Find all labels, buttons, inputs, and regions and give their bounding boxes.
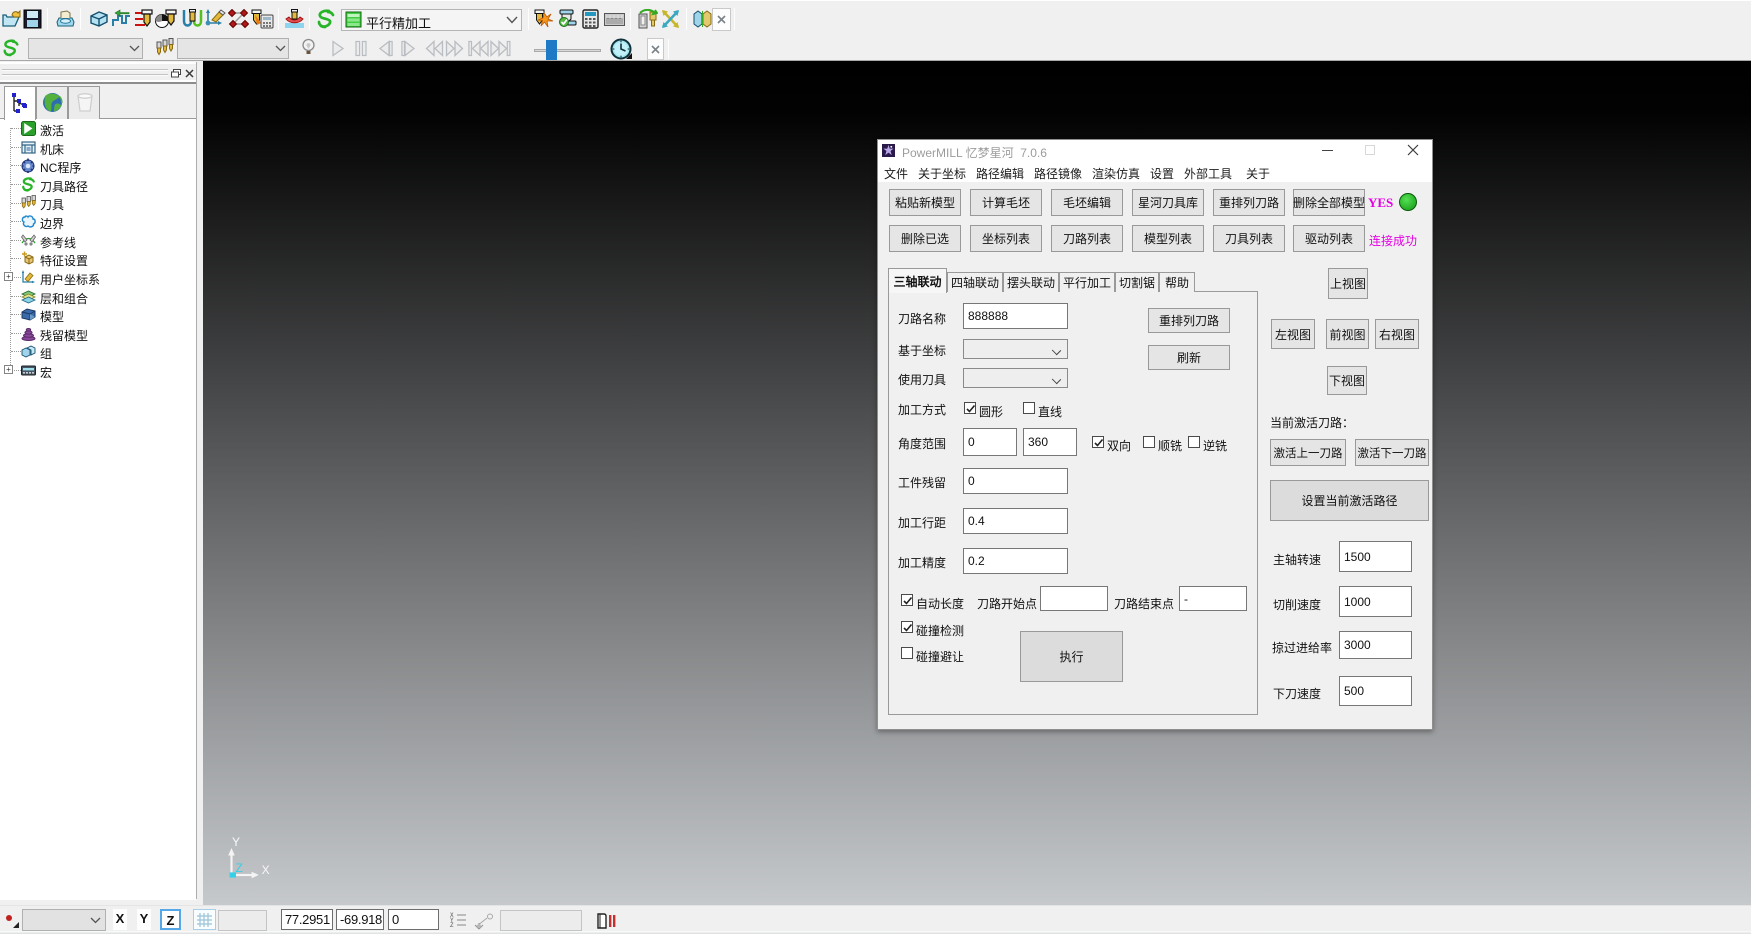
svg-text:Z: Z (236, 861, 243, 875)
svg-text:X: X (262, 863, 270, 877)
svg-text:Z: Z (450, 922, 454, 929)
svg-text:Y: Y (232, 835, 240, 849)
